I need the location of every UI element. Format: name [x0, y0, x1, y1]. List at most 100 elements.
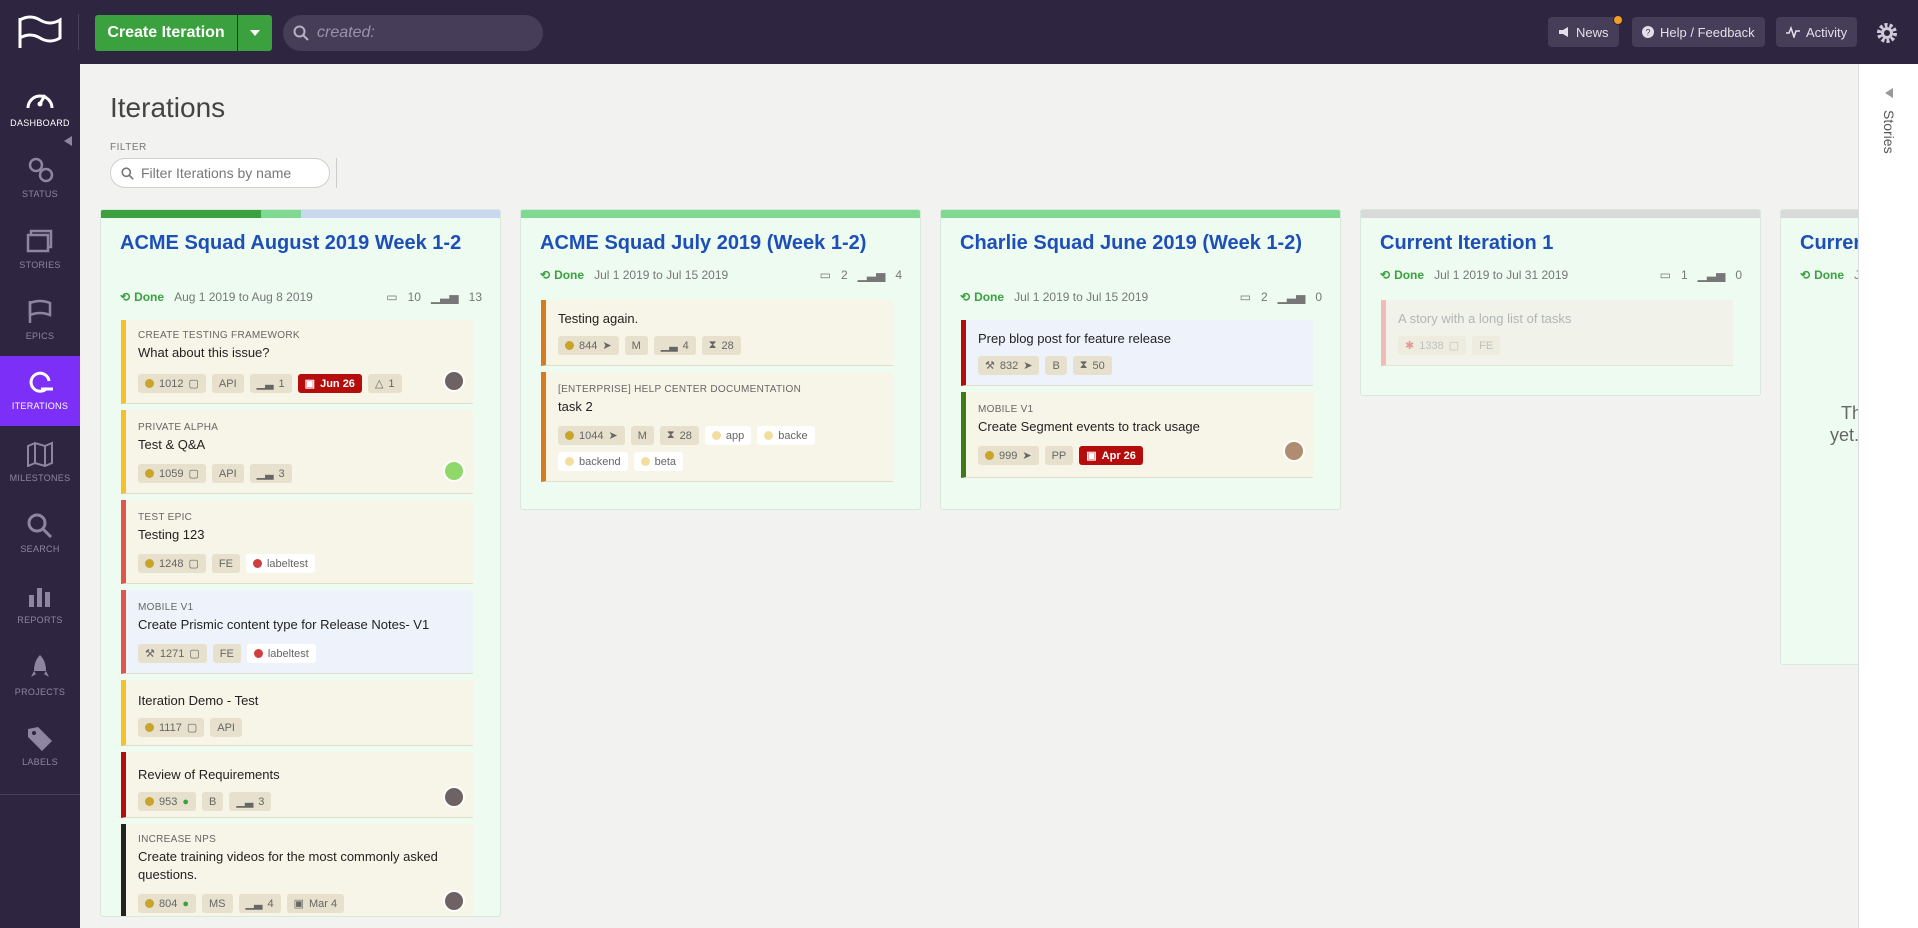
story-card[interactable]: INCREASE NPS Create training videos for … [121, 824, 473, 916]
sidebar-item-search[interactable]: SEARCH [0, 498, 80, 568]
check-icon: ● [182, 795, 190, 808]
card-chips: 1248 ▢ FE labeltest [138, 554, 315, 573]
search-input[interactable]: created: [283, 15, 543, 51]
story-card[interactable]: Iteration Demo - Test 1117 ▢ API [121, 680, 473, 746]
empty-line: This I [1840, 403, 1858, 423]
story-card[interactable]: CREATE TESTING FRAMEWORK What about this… [121, 320, 473, 404]
story-count: 1 [1680, 268, 1688, 282]
team-chip: MS [202, 894, 233, 913]
points-count: 13 [468, 290, 482, 304]
estimate-icon: ▁▃ [256, 468, 274, 480]
iteration-meta: ⟲ Done Jul 1 2019 to Jul 31 2019 ▭ 1 ▁▃▅ 0 [1380, 268, 1742, 282]
triangle-icon: △ [374, 378, 384, 390]
iteration-title[interactable]: ACME Squad August 2019 Week 1-2 [120, 232, 470, 254]
label-dot [252, 559, 262, 568]
sidebar-label: REPORTS [17, 615, 63, 625]
label-text: backend [579, 455, 621, 468]
label-chip: backend [558, 452, 628, 471]
create-dropdown-button[interactable] [238, 15, 272, 51]
card-title: Create training videos for the most comm… [138, 849, 438, 882]
sidebar-label: MILESTONES [9, 473, 71, 483]
sidebar-item-iterations[interactable]: ITERATIONS [0, 356, 80, 426]
stories-icon [26, 229, 53, 253]
activity-icon [1786, 26, 1800, 38]
story-count-icon: ▭ [1659, 268, 1671, 282]
date-text: Mar 4 [308, 897, 338, 910]
label-text: labeltest [266, 557, 308, 570]
news-button[interactable]: News [1548, 17, 1619, 47]
create-iteration-button[interactable]: Create Iteration [95, 15, 237, 51]
card-title: Prep blog post for feature release [978, 331, 1171, 346]
empty-message: This I yet. Ad t [1801, 402, 1858, 468]
activity-button[interactable]: Activity [1776, 17, 1858, 47]
story-count-icon: ▭ [386, 290, 398, 304]
iteration-title[interactable]: ACME Squad July 2019 (Week 1-2) [540, 232, 890, 254]
team-chip: API [211, 374, 244, 393]
team-chip: B [202, 792, 224, 811]
timer-chip: ⧗ 28 [701, 336, 741, 355]
sidebar-label: LABELS [22, 757, 58, 767]
sidebar-divider [0, 794, 80, 795]
sidebar-item-milestones[interactable]: MILESTONES [0, 427, 80, 497]
progress-started-bar [261, 210, 301, 218]
filter-iterations-input[interactable]: Filter Iterations by name [110, 158, 330, 188]
label-chip: backe [757, 426, 815, 445]
sidebar-item-status[interactable]: STATUS [0, 143, 80, 213]
flag-logo-icon[interactable] [16, 14, 64, 50]
card-chips: 804 ● MS ▁▃ 4 ▣ Mar 4 [138, 894, 345, 913]
due-date-chip: ▣ Apr 26 [1079, 446, 1143, 465]
estimate-icon: ▁▃ [660, 340, 678, 352]
story-card[interactable]: MOBILE V1 Create Prismic content type fo… [121, 590, 473, 674]
filter-separator [336, 158, 337, 188]
stories-panel[interactable] [1858, 64, 1918, 928]
label-chip: beta [633, 452, 684, 471]
iteration-column: ACME Squad August 2019 Week 1-2 ⟲ Done Au… [100, 209, 501, 917]
card-chips: ⚒ 832 ➤ B ⧗ 50 [978, 356, 1112, 375]
iteration-title[interactable]: Charlie Squad June 2019 (Week 1-2) [960, 232, 1310, 254]
gear-icon[interactable] [1874, 20, 1900, 46]
story-card[interactable]: Review of Requirements 953 ● B ▁▃ 3 [121, 752, 473, 818]
team-chip: M [630, 426, 654, 445]
doc-icon: ▢ [188, 378, 199, 390]
story-id: 999 [999, 449, 1018, 462]
sidebar-label: ITERATIONS [11, 401, 69, 411]
sidebar-item-labels[interactable]: LABELS [0, 711, 80, 781]
label-dot [711, 431, 721, 440]
sidebar-item-reports[interactable]: REPORTS [0, 569, 80, 639]
sidebar-label: STORIES [19, 260, 61, 270]
estimate-icon: ▁▃ [256, 378, 274, 390]
iteration-counts: ▭ 2 ▁▃▅ 4 [820, 268, 902, 282]
card-chips: 844 ➤ M ▁▃ 4 ⧗ 28 [558, 336, 741, 355]
status-badge: ⟲ Done [120, 290, 164, 304]
story-id-chip: 1012 ▢ [138, 374, 206, 393]
story-card[interactable]: TEST EPIC Testing 123 1248 ▢ FE labeltest [121, 500, 473, 584]
team-chip: FE [211, 554, 240, 573]
help-feedback-button[interactable]: ? Help / Feedback [1632, 17, 1765, 47]
story-card[interactable]: PRIVATE ALPHA Test & Q&A 1059 ▢ API ▁▃ 3 [121, 410, 473, 494]
sidebar-item-dashboard[interactable]: DASHBOARD [0, 72, 80, 142]
points-count: 0 [1315, 290, 1322, 304]
story-id-chip: ⚒ 1271 ▢ [138, 644, 207, 663]
team-chip: B [1045, 356, 1067, 375]
iteration-dates: Jul 1 2019 to Jul 15 2019 [594, 268, 729, 282]
sidebar-item-projects[interactable]: PROJECTS [0, 640, 80, 710]
story-card[interactable]: Testing again. 844 ➤ M ▁▃ 4 ⧗ 28 [541, 300, 893, 366]
chevron-left-icon[interactable] [1885, 88, 1893, 98]
card-title: task 2 [558, 399, 593, 414]
sidebar-item-epics[interactable]: EPICS [0, 285, 80, 355]
story-id-chip: 1044 ➤ [558, 426, 625, 445]
sidebar-item-stories[interactable]: STORIES [0, 214, 80, 284]
state-dot [145, 723, 154, 732]
estimate-value: 1 [278, 377, 285, 390]
label-chip: labeltest [245, 554, 315, 573]
story-card[interactable]: Prep blog post for feature release ⚒ 832 ➤… [961, 320, 1313, 386]
story-card[interactable]: [ENTERPRISE] HELP CENTER DOCUMENTATION t… [541, 372, 893, 482]
story-id-chip: 999 ➤ [978, 446, 1039, 465]
story-card[interactable]: A story with a long list of tasks ✱ 1338 ▢… [1381, 300, 1733, 366]
label-text: app [725, 429, 745, 442]
doc-icon: ▢ [186, 722, 198, 734]
estimate-value: 3 [278, 467, 285, 480]
story-card[interactable]: MOBILE V1 Create Segment events to track… [961, 392, 1313, 478]
iteration-title[interactable]: Current Iteration 1 [1380, 232, 1730, 254]
iteration-title[interactable]: Curren [1800, 232, 1858, 254]
